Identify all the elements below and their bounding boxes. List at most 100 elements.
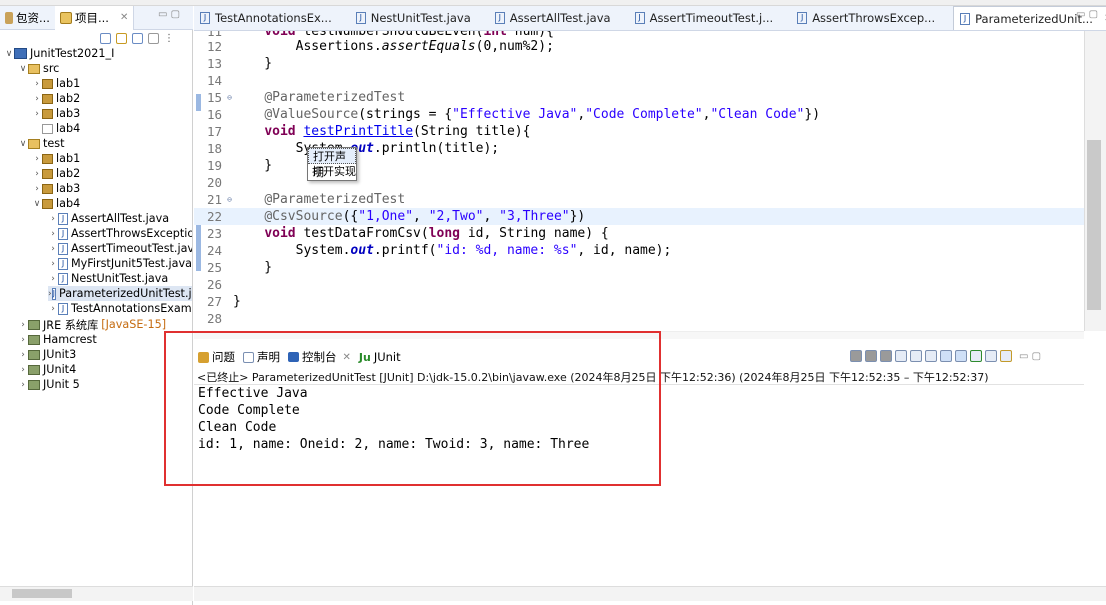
chevron-right-icon[interactable]: ›: [32, 169, 42, 179]
code-line: 17 void testPrintTitle(String title){: [194, 123, 1084, 140]
tree-item-src[interactable]: ∨ src: [18, 61, 60, 76]
open-console-icon[interactable]: [1000, 350, 1012, 362]
chevron-right-icon[interactable]: ›: [32, 94, 42, 104]
tree-item-file[interactable]: › J NestUnitTest.java: [48, 271, 168, 286]
editor-tab[interactable]: J AssertTimeoutTest.j...: [629, 6, 782, 30]
tree-item-package[interactable]: › lab1: [32, 151, 80, 166]
word-wrap-icon[interactable]: [925, 350, 937, 362]
chevron-right-icon[interactable]: ›: [18, 350, 28, 360]
code-text: Assertions.assertEquals(0,num%2);: [233, 39, 554, 54]
chevron-down-icon[interactable]: ∨: [32, 199, 42, 209]
method-hyperlink[interactable]: testPrintTitle: [303, 124, 413, 139]
editor-tab[interactable]: J AssertAllTest.java: [489, 6, 619, 30]
chevron-right-icon[interactable]: ›: [48, 229, 58, 239]
line-number-text: 15: [206, 90, 222, 105]
code-line: 28: [194, 310, 1084, 327]
code-text: @ValueSource(strings = {"Effective Java"…: [264, 107, 821, 122]
chevron-right-icon[interactable]: ›: [32, 154, 42, 164]
chevron-right-icon[interactable]: ›: [48, 304, 58, 314]
editor-tab[interactable]: J NestUnitTest.java: [350, 6, 479, 30]
pin-console-icon[interactable]: [970, 350, 982, 362]
display-console-icon[interactable]: [985, 350, 997, 362]
tree-item-library[interactable]: › JRE 系统库 [JavaSE-15]: [18, 317, 166, 332]
tree-item-package[interactable]: › lab3: [32, 181, 80, 196]
tree-item-package[interactable]: › lab1: [32, 76, 80, 91]
chevron-down-icon[interactable]: ∨: [18, 64, 28, 74]
code-line: 14: [194, 72, 1084, 89]
scrollbar-thumb[interactable]: [12, 589, 72, 598]
chevron-right-icon[interactable]: ›: [48, 214, 58, 224]
view-window-controls[interactable]: ▭ ▢: [158, 9, 180, 20]
tree-label: lab1: [56, 152, 81, 165]
chevron-down-icon[interactable]: ∨: [18, 139, 28, 149]
show-on-error-icon[interactable]: [955, 350, 967, 362]
console-horizontal-scrollbar[interactable]: [194, 586, 1106, 601]
open-implementation-menu-item[interactable]: 打开实现: [308, 164, 356, 180]
tree-item-file[interactable]: › J AssertTimeoutTest.java: [48, 241, 192, 256]
chevron-right-icon[interactable]: ›: [32, 184, 42, 194]
tree-item-library[interactable]: › JUnit4: [18, 362, 76, 377]
tab-label: AssertAllTest.java: [509, 11, 611, 25]
tree-item-file[interactable]: ›JTestAnnotationsExample.java: [48, 301, 192, 316]
tree-item-project[interactable]: ∨ JunitTest2021_I: [4, 46, 115, 61]
tree-item-file-selected[interactable]: ›JParameterizedUnitTest.java: [48, 286, 192, 301]
project-tree: ∨ JunitTest2021_I ∨ src › lab1 › lab2 › lab3 …: [0, 46, 192, 586]
tree-label: lab2: [56, 167, 81, 180]
tree-item-library[interactable]: › JUnit3: [18, 347, 76, 362]
chevron-right-icon[interactable]: ›: [18, 380, 28, 390]
close-icon[interactable]: ✕: [120, 12, 128, 23]
tree-item-library[interactable]: › JUnit 5: [18, 377, 80, 392]
chevron-right-icon[interactable]: ›: [18, 320, 28, 330]
tree-item-test[interactable]: ∨ test: [18, 136, 65, 151]
fold-icon[interactable]: ⊖: [227, 89, 232, 106]
tree-label: lab3: [56, 107, 81, 120]
tree-label: lab4: [56, 197, 81, 210]
link-editor-icon[interactable]: [116, 32, 127, 44]
tree-item-package[interactable]: › lab2: [32, 166, 80, 181]
remove-all-icon[interactable]: [880, 350, 892, 362]
open-declaration-menu-item[interactable]: 打开声明: [308, 148, 356, 179]
tab-label: AssertTimeoutTest.j...: [649, 11, 774, 25]
editor-tabbar: J TestAnnotationsEx... J NestUnitTest.java…: [194, 6, 1106, 31]
focus-icon[interactable]: [148, 32, 159, 44]
scroll-lock-icon[interactable]: [910, 350, 922, 362]
chevron-right-icon[interactable]: ›: [48, 259, 58, 269]
chevron-right-icon[interactable]: ›: [48, 274, 58, 284]
project-explorer-icon: [59, 11, 72, 24]
filter-icon[interactable]: [132, 32, 143, 44]
java-file-icon: J: [51, 287, 56, 300]
tree-item-package[interactable]: › lab2: [32, 91, 80, 106]
tab-project-explorer[interactable]: 项目... ✕: [54, 5, 135, 30]
tab-package-explorer[interactable]: 包资...: [0, 6, 55, 30]
code-text: System.out.printf("id: %d, name: %s", id…: [233, 243, 672, 258]
highlight-annotation-box: [164, 331, 661, 486]
fold-icon[interactable]: ⊖: [227, 191, 232, 208]
chevron-right-icon[interactable]: ›: [48, 244, 58, 254]
editor-window-controls[interactable]: ▭ ▢: [1076, 9, 1098, 20]
view-menu-icon[interactable]: ⋮: [164, 33, 174, 44]
remove-launch-icon[interactable]: [865, 350, 877, 362]
tree-item-file[interactable]: › J MyFirstJunit5Test.java: [48, 256, 192, 271]
tree-item-package[interactable]: lab4: [32, 121, 80, 136]
chevron-right-icon[interactable]: ›: [32, 79, 42, 89]
java-file-icon: J: [355, 12, 366, 24]
tree-item-file[interactable]: › J AssertAllTest.java: [48, 211, 169, 226]
editor-tab[interactable]: J TestAnnotationsEx...: [194, 6, 340, 30]
chevron-right-icon[interactable]: ›: [18, 335, 28, 345]
editor-tab[interactable]: J AssertThrowsExcep...: [791, 6, 943, 30]
tree-item-package[interactable]: ∨ lab4: [32, 196, 80, 211]
scrollbar-thumb[interactable]: [1087, 140, 1101, 310]
chevron-right-icon[interactable]: ›: [18, 365, 28, 375]
tree-item-package[interactable]: › lab3: [32, 106, 80, 121]
clear-console-icon[interactable]: [895, 350, 907, 362]
chevron-down-icon[interactable]: ∨: [4, 49, 14, 59]
tree-item-file[interactable]: ›JAssertThrowsExceptionTest.java: [48, 226, 192, 241]
show-on-output-icon[interactable]: [940, 350, 952, 362]
terminate-icon[interactable]: [850, 350, 862, 362]
chevron-right-icon[interactable]: ›: [32, 109, 42, 119]
window-controls[interactable]: ▭ ▢: [1019, 351, 1041, 362]
tree-item-library[interactable]: › Hamcrest: [18, 332, 97, 347]
jre-version-label: [JavaSE-15]: [101, 318, 167, 331]
code-editor[interactable]: 11 void testNumberShouldBeEven(int num){…: [194, 31, 1084, 331]
collapse-all-icon[interactable]: [100, 32, 111, 44]
